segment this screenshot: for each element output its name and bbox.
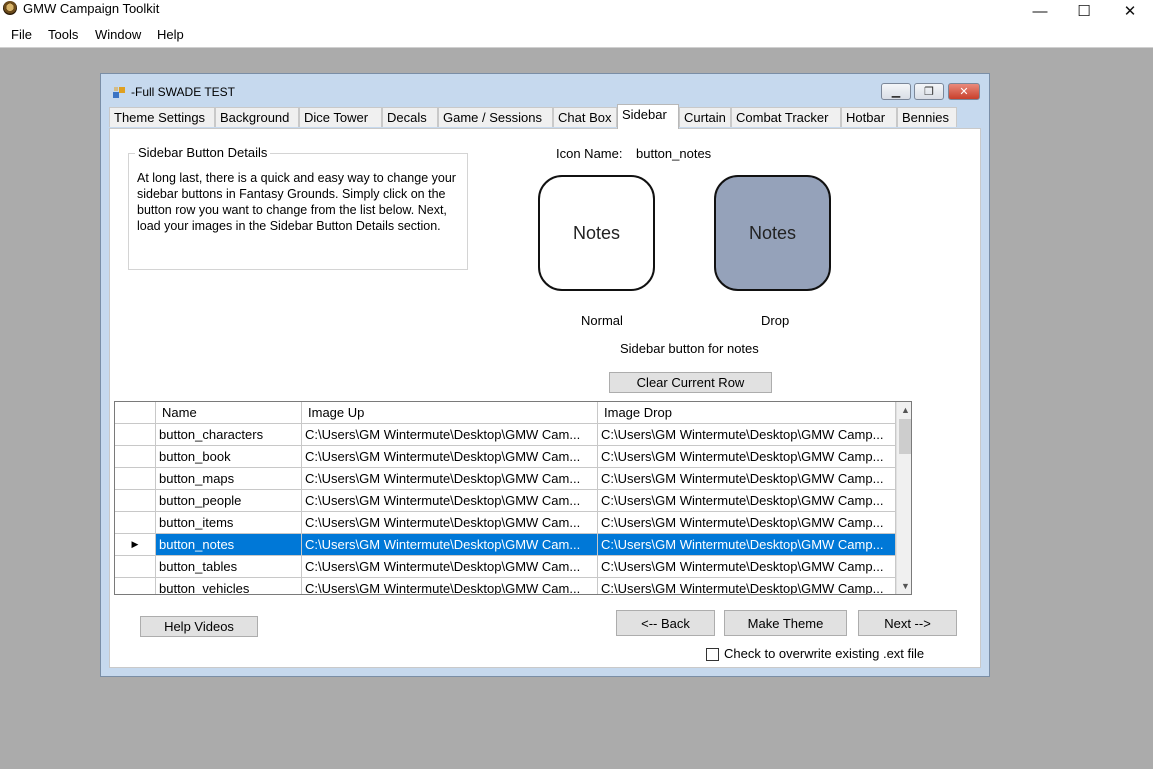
cell-image-drop[interactable]: C:\Users\GM Wintermute\Desktop\GMW Camp.…: [598, 556, 896, 578]
tab-curtain[interactable]: Curtain: [679, 107, 731, 127]
group-title: Sidebar Button Details: [135, 145, 271, 160]
child-window-icon: [113, 87, 125, 98]
child-close-button[interactable]: ✕: [948, 83, 980, 100]
column-header-image-up[interactable]: Image Up: [302, 402, 598, 424]
row-header[interactable]: ▶: [115, 534, 156, 556]
child-window-title: -Full SWADE TEST: [131, 85, 236, 99]
overwrite-ext-label: Check to overwrite existing .ext file: [724, 646, 925, 661]
menu-window[interactable]: Window: [95, 27, 141, 42]
scroll-down-icon[interactable]: ▼: [897, 578, 911, 594]
clear-current-row-button[interactable]: Clear Current Row: [609, 372, 772, 393]
table-row[interactable]: button_vehicles C:\Users\GM Wintermute\De…: [115, 578, 896, 594]
cell-image-up[interactable]: C:\Users\GM Wintermute\Desktop\GMW Cam..…: [302, 490, 598, 512]
tab-game-sessions[interactable]: Game / Sessions: [438, 107, 553, 127]
child-minimize-button[interactable]: ▁: [881, 83, 911, 100]
row-selected-arrow-icon: ▶: [131, 539, 139, 549]
scroll-up-icon[interactable]: ▲: [897, 402, 911, 418]
sidebar-details-group: Sidebar Button Details At long last, the…: [128, 145, 468, 270]
cell-image-drop[interactable]: C:\Users\GM Wintermute\Desktop\GMW Camp.…: [598, 468, 896, 490]
cell-name[interactable]: button_items: [156, 512, 302, 534]
tab-sidebar[interactable]: Sidebar: [617, 104, 679, 129]
table-row[interactable]: button_items C:\Users\GM Wintermute\Deskt…: [115, 512, 896, 534]
drop-label: Drop: [761, 313, 790, 328]
cell-name[interactable]: button_vehicles: [156, 578, 302, 594]
tab-strip: Theme Settings Background Dice Tower Dec…: [109, 104, 981, 129]
cell-name[interactable]: button_tables: [156, 556, 302, 578]
tab-background[interactable]: Background: [215, 107, 299, 127]
cell-image-drop[interactable]: C:\Users\GM Wintermute\Desktop\GMW Camp.…: [598, 424, 896, 446]
table-row[interactable]: button_characters C:\Users\GM Wintermute\…: [115, 424, 896, 446]
back-button[interactable]: <-- Back: [616, 610, 715, 636]
child-window: -Full SWADE TEST ▁ ❐ ✕ Theme Settings Ba…: [100, 73, 990, 677]
icon-name-label: Icon Name:: [556, 146, 623, 161]
tab-decals[interactable]: Decals: [382, 107, 438, 127]
cell-image-up[interactable]: C:\Users\GM Wintermute\Desktop\GMW Cam..…: [302, 556, 598, 578]
grid-vertical-scrollbar[interactable]: ▲ ▼: [896, 402, 911, 594]
make-theme-button[interactable]: Make Theme: [724, 610, 847, 636]
row-header[interactable]: [115, 578, 156, 594]
sidebar-buttons-grid: Name Image Up Image Drop button_characte…: [114, 401, 912, 595]
row-header[interactable]: [115, 424, 156, 446]
cell-name[interactable]: button_book: [156, 446, 302, 468]
cell-image-drop[interactable]: C:\Users\GM Wintermute\Desktop\GMW Camp.…: [598, 446, 896, 468]
column-header-name[interactable]: Name: [156, 402, 302, 424]
normal-image-preview[interactable]: Notes: [538, 175, 655, 291]
row-header[interactable]: [115, 468, 156, 490]
cell-name[interactable]: button_people: [156, 490, 302, 512]
minimize-window-icon[interactable]: —: [1018, 0, 1062, 22]
cell-image-up[interactable]: C:\Users\GM Wintermute\Desktop\GMW Cam..…: [302, 512, 598, 534]
child-restore-button[interactable]: ❐: [914, 83, 944, 100]
cell-image-drop[interactable]: C:\Users\GM Wintermute\Desktop\GMW Camp.…: [598, 534, 896, 556]
cell-name[interactable]: button_notes: [156, 534, 302, 556]
table-row[interactable]: button_maps C:\Users\GM Wintermute\Deskto…: [115, 468, 896, 490]
tab-theme-settings[interactable]: Theme Settings: [109, 107, 215, 127]
grid-corner-header: [115, 402, 156, 424]
cell-name[interactable]: button_maps: [156, 468, 302, 490]
tab-dice-tower[interactable]: Dice Tower: [299, 107, 382, 127]
row-header[interactable]: [115, 556, 156, 578]
menu-help[interactable]: Help: [157, 27, 184, 42]
menu-tools[interactable]: Tools: [48, 27, 78, 42]
tab-bennies[interactable]: Bennies: [897, 107, 957, 127]
cell-name[interactable]: button_characters: [156, 424, 302, 446]
sidebar-tab-page: Sidebar Button Details At long last, the…: [109, 128, 981, 668]
table-row[interactable]: button_book C:\Users\GM Wintermute\Deskto…: [115, 446, 896, 468]
row-header[interactable]: [115, 512, 156, 534]
button-description: Sidebar button for notes: [620, 341, 759, 356]
next-button[interactable]: Next -->: [858, 610, 957, 636]
scroll-thumb[interactable]: [899, 419, 911, 454]
table-row[interactable]: button_people C:\Users\GM Wintermute\Desk…: [115, 490, 896, 512]
row-header[interactable]: [115, 490, 156, 512]
tab-hotbar[interactable]: Hotbar: [841, 107, 897, 127]
normal-preview-text: Notes: [572, 222, 621, 243]
row-header[interactable]: [115, 446, 156, 468]
normal-label: Normal: [581, 313, 623, 328]
cell-image-up[interactable]: C:\Users\GM Wintermute\Desktop\GMW Cam..…: [302, 578, 598, 594]
menu-bar: File Tools Window Help: [0, 23, 1153, 48]
close-window-icon[interactable]: ✕: [1108, 0, 1152, 22]
cell-image-up[interactable]: C:\Users\GM Wintermute\Desktop\GMW Cam..…: [302, 424, 598, 446]
overwrite-ext-checkbox[interactable]: [706, 648, 719, 661]
drop-image-preview[interactable]: Notes: [714, 175, 831, 291]
column-header-image-drop[interactable]: Image Drop: [598, 402, 896, 424]
menu-file[interactable]: File: [11, 27, 32, 42]
table-row[interactable]: ▶ button_notes C:\Users\GM Wintermute\Desk…: [115, 534, 896, 556]
cell-image-up[interactable]: C:\Users\GM Wintermute\Desktop\GMW Cam..…: [302, 534, 598, 556]
app-logo-icon: [3, 1, 17, 15]
help-videos-button[interactable]: Help Videos: [140, 616, 258, 637]
cell-image-up[interactable]: C:\Users\GM Wintermute\Desktop\GMW Cam..…: [302, 468, 598, 490]
cell-image-up[interactable]: C:\Users\GM Wintermute\Desktop\GMW Cam..…: [302, 446, 598, 468]
maximize-window-icon[interactable]: ☐: [1062, 0, 1106, 22]
tab-chat-box[interactable]: Chat Box: [553, 107, 617, 127]
table-row[interactable]: button_tables C:\Users\GM Wintermute\Desk…: [115, 556, 896, 578]
icon-name-value: button_notes: [636, 146, 712, 161]
group-description: At long last, there is a quick and easy …: [137, 171, 456, 233]
cell-image-drop[interactable]: C:\Users\GM Wintermute\Desktop\GMW Camp.…: [598, 490, 896, 512]
cell-image-drop[interactable]: C:\Users\GM Wintermute\Desktop\GMW Camp.…: [598, 578, 896, 594]
drop-preview-text: Notes: [748, 222, 797, 243]
cell-image-drop[interactable]: C:\Users\GM Wintermute\Desktop\GMW Camp.…: [598, 512, 896, 534]
tab-combat-tracker[interactable]: Combat Tracker: [731, 107, 841, 127]
app-titlebar: GMW Campaign Toolkit — ☐ ✕: [0, 0, 1153, 22]
app-title: GMW Campaign Toolkit: [23, 1, 160, 16]
